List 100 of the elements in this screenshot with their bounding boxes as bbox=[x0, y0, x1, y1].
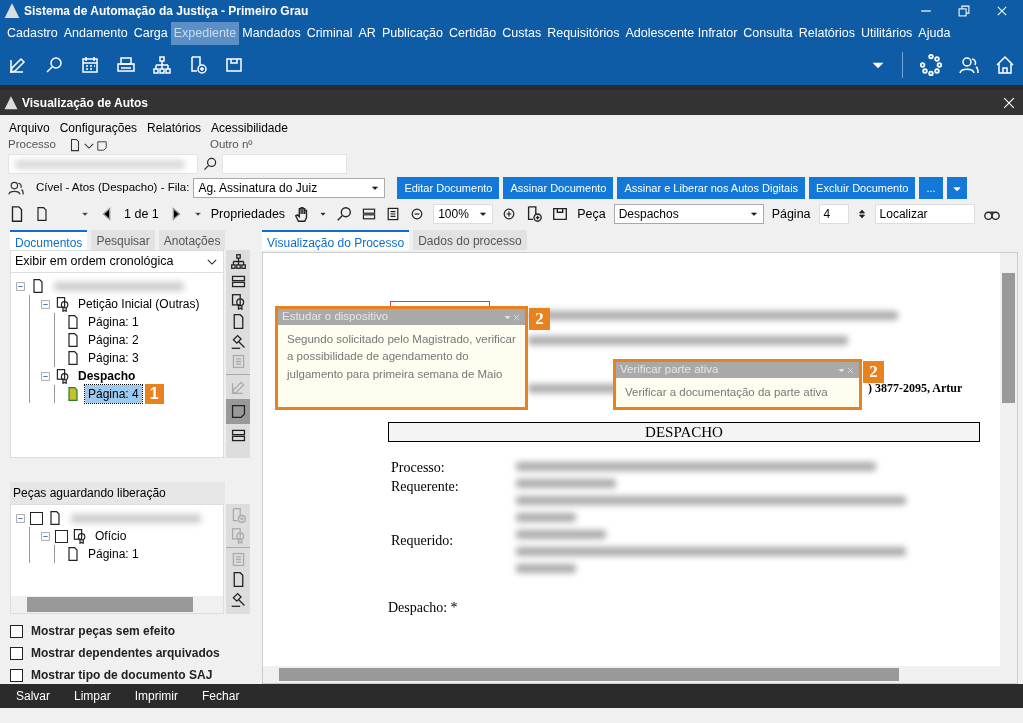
certificate-icon[interactable] bbox=[229, 293, 247, 310]
action-button[interactable]: Excluir Documento bbox=[809, 177, 916, 199]
action-button[interactable]: Assinar e Liberar nos Autos Digitais bbox=[617, 177, 806, 199]
expand-button[interactable] bbox=[946, 177, 967, 199]
tab[interactable]: Anotações bbox=[158, 230, 226, 250]
page-icon bbox=[65, 332, 81, 348]
users-icon[interactable] bbox=[959, 55, 979, 75]
menu-item[interactable]: Custas bbox=[499, 22, 545, 45]
tab[interactable]: Documentos bbox=[10, 230, 88, 250]
export-icon[interactable] bbox=[525, 205, 544, 223]
certificate-icon bbox=[55, 368, 71, 384]
menu-item[interactable]: Publicação bbox=[378, 22, 447, 45]
tree-item[interactable]: Petição Inicial (Outras) bbox=[75, 295, 203, 313]
menu-item[interactable]: Mandados bbox=[239, 22, 304, 45]
tree-item[interactable]: Página: 1 bbox=[85, 313, 142, 331]
menu-item[interactable]: Relatórios bbox=[795, 22, 858, 45]
menu-item[interactable]: Carga bbox=[130, 22, 171, 45]
action-button[interactable]: Editar Documento bbox=[397, 177, 500, 199]
tab[interactable]: Visualização do Processo bbox=[262, 230, 410, 250]
action-button[interactable]: ... bbox=[919, 177, 943, 199]
menu-item[interactable]: Requisitórios bbox=[544, 22, 623, 45]
calendar-icon[interactable] bbox=[80, 55, 100, 75]
collapse-icon[interactable] bbox=[40, 370, 51, 382]
other-number-field[interactable] bbox=[222, 154, 347, 174]
checkbox[interactable] bbox=[55, 529, 68, 543]
list-icon[interactable] bbox=[361, 206, 378, 222]
vertical-scrollbar[interactable] bbox=[1000, 253, 1017, 666]
menu-item[interactable]: Relatórios bbox=[142, 119, 207, 135]
checkbox-label[interactable]: Mostrar dependentes arquivados bbox=[31, 644, 220, 662]
horizontal-scrollbar[interactable] bbox=[11, 596, 224, 613]
tab[interactable]: Pesquisar bbox=[91, 230, 155, 250]
callout-badge: 1 bbox=[144, 384, 164, 404]
menu-item[interactable]: Configurações bbox=[54, 119, 143, 135]
queue-select[interactable]: Ag. Assinatura do Juiz bbox=[193, 178, 386, 198]
menu-item[interactable]: Criminal bbox=[303, 22, 356, 45]
checkbox[interactable] bbox=[10, 646, 23, 660]
collapse-icon[interactable] bbox=[40, 298, 51, 310]
gavel-icon[interactable] bbox=[229, 591, 247, 608]
menu-item[interactable]: Arquivo bbox=[4, 119, 55, 135]
tab[interactable]: Dados do processo bbox=[413, 230, 527, 250]
collapse-icon[interactable] bbox=[15, 512, 26, 524]
app-logo-icon bbox=[4, 3, 20, 19]
menu-item[interactable]: Adolescente Infrator bbox=[622, 22, 741, 45]
field-label: Requerente: bbox=[391, 478, 460, 496]
menu-item[interactable]: Consulta bbox=[740, 22, 796, 45]
checkbox[interactable] bbox=[10, 668, 23, 682]
zoom-icon[interactable] bbox=[335, 205, 354, 223]
horizontal-scrollbar[interactable] bbox=[263, 666, 1017, 683]
search-document-icon[interactable] bbox=[44, 55, 64, 75]
add-document-icon[interactable] bbox=[188, 55, 208, 75]
field-label: Peça bbox=[577, 205, 606, 223]
collapse-icon[interactable] bbox=[15, 280, 26, 292]
menu-item[interactable]: Ajuda bbox=[915, 22, 954, 45]
document-icon bbox=[30, 278, 46, 294]
notes-list-icon[interactable] bbox=[229, 427, 247, 444]
caret-icon[interactable] bbox=[748, 209, 759, 219]
edit-icon[interactable] bbox=[8, 55, 28, 75]
menu-item[interactable]: Certidão bbox=[446, 22, 500, 45]
collapse-icon[interactable] bbox=[40, 530, 51, 542]
note-icon[interactable] bbox=[229, 403, 247, 420]
tree-item[interactable]: Página: 2 bbox=[85, 331, 142, 349]
tree-item[interactable]: Página: 4 bbox=[85, 385, 142, 403]
loading-icon[interactable] bbox=[919, 53, 943, 77]
zoom-select[interactable]: 100% bbox=[433, 204, 494, 224]
list-icon[interactable] bbox=[229, 273, 247, 290]
checkbox-label[interactable]: Mostrar tipo de documento SAJ bbox=[31, 666, 213, 684]
action-button[interactable]: Assinar Documento bbox=[503, 177, 614, 199]
printer-icon[interactable] bbox=[116, 55, 136, 75]
caret-icon[interactable] bbox=[478, 209, 489, 219]
menu-item[interactable]: Utilitários bbox=[857, 22, 916, 45]
comment-icon[interactable] bbox=[96, 139, 108, 153]
properties-button[interactable]: Propriedades bbox=[210, 204, 286, 224]
dialog-title: Visualização de Autos bbox=[22, 94, 150, 112]
tree-item[interactable]: Página: 3 bbox=[85, 349, 142, 367]
search-field[interactable]: Localizar bbox=[874, 204, 975, 224]
menu-item[interactable]: Acessibilidade bbox=[206, 119, 293, 135]
checkbox-label[interactable]: Mostrar peças sem efeito bbox=[31, 622, 176, 640]
footer-button[interactable]: Imprimir bbox=[134, 687, 179, 705]
menu-item[interactable]: Andamento bbox=[60, 22, 131, 45]
gavel-icon[interactable] bbox=[229, 333, 247, 350]
caret-icon[interactable] bbox=[370, 183, 381, 193]
process-number-field[interactable] bbox=[8, 154, 198, 174]
tree-item[interactable]: Despacho bbox=[75, 367, 139, 385]
checkbox[interactable] bbox=[30, 511, 43, 525]
tree-item[interactable]: Ofício bbox=[92, 527, 130, 545]
document-icon[interactable] bbox=[68, 137, 82, 153]
folder-icon[interactable] bbox=[224, 55, 244, 75]
page-count: 1 de 1 bbox=[124, 205, 159, 223]
footer-button[interactable]: Limpar bbox=[74, 687, 111, 705]
page-icon bbox=[65, 386, 81, 402]
home-icon[interactable] bbox=[995, 55, 1015, 75]
footer-button[interactable]: Fechar bbox=[202, 687, 240, 705]
menu-item[interactable]: AR bbox=[355, 22, 379, 45]
page-number-field[interactable]: 4 bbox=[818, 204, 849, 224]
menu-item[interactable]: Cadastro bbox=[4, 22, 61, 45]
tree-item[interactable]: Página: 1 bbox=[85, 545, 142, 563]
checkbox[interactable] bbox=[10, 624, 23, 638]
piece-select[interactable]: Despachos bbox=[613, 204, 764, 224]
search-icon[interactable] bbox=[202, 156, 218, 172]
footer-button[interactable]: Salvar bbox=[16, 687, 50, 705]
